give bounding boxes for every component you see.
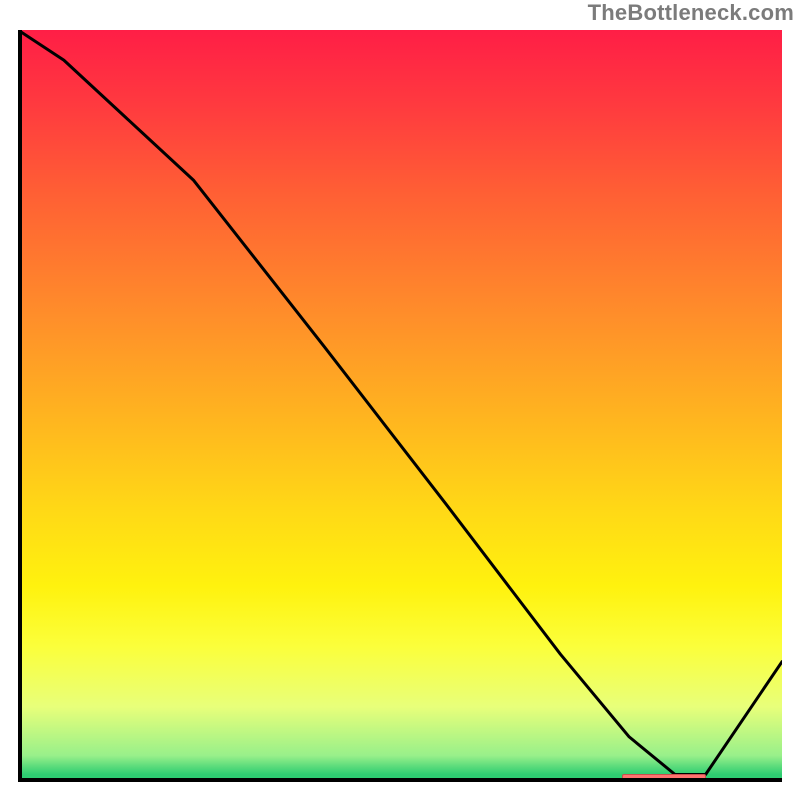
watermark-text: TheBottleneck.com [588,0,794,26]
chart-curve-svg [18,30,782,782]
chart-area [18,30,782,782]
chart-axis-left [18,30,22,782]
chart-axis-bottom [18,778,782,782]
bottleneck-curve-line [18,30,782,775]
